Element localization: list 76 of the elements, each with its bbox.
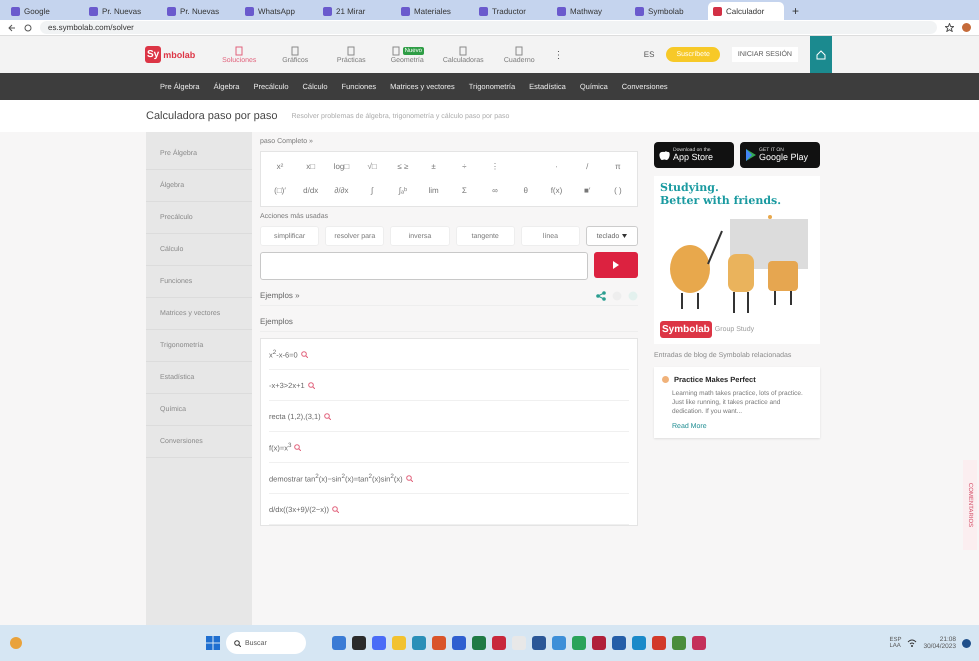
reload-icon — [24, 24, 32, 32]
share-icon — [596, 290, 606, 300]
math-key[interactable]: f(x) — [543, 182, 570, 198]
windows-icon — [206, 636, 220, 650]
math-key[interactable]: ■′ — [574, 182, 600, 198]
nav-icon — [514, 46, 524, 56]
nav-icon — [290, 46, 300, 56]
search-icon — [324, 412, 331, 420]
app-icon[interactable] — [532, 636, 546, 650]
math-key[interactable]: ± — [420, 158, 447, 174]
home-icon — [816, 50, 826, 60]
math-key[interactable]: lim — [420, 182, 447, 198]
browser-tab[interactable]: Symbolab — [630, 2, 706, 20]
search-icon — [234, 640, 241, 646]
home-button[interactable] — [810, 36, 832, 73]
math-key[interactable]: θ — [512, 182, 539, 198]
star-icon — [945, 23, 954, 32]
app-icon[interactable] — [352, 636, 366, 650]
math-key[interactable]: Σ — [451, 182, 478, 198]
math-key[interactable]: ≤ ≥ — [390, 158, 416, 174]
symbolab-logo[interactable]: Sy mbolab — [145, 46, 196, 63]
nav-icon — [346, 46, 356, 56]
app-icon[interactable] — [612, 636, 626, 650]
go-button[interactable] — [594, 252, 638, 278]
promo-headline: Studying. Better with friends. — [660, 182, 782, 208]
browser-tab[interactable]: Google — [6, 2, 82, 20]
browser-tab[interactable]: Pr. Nuevas — [84, 2, 160, 20]
search-icon — [300, 350, 308, 358]
more-menu[interactable]: ⋮ — [553, 48, 564, 60]
bullet-icon — [662, 376, 669, 384]
math-key[interactable]: · — [543, 158, 570, 174]
input-field[interactable] — [260, 252, 588, 280]
search-icon — [332, 506, 340, 512]
browser-tab[interactable]: 21 Mirar — [318, 2, 394, 20]
math-key[interactable]: ⋮ — [482, 158, 508, 174]
math-key[interactable]: log□ — [328, 158, 354, 174]
browser-tab[interactable]: Materiales — [396, 2, 472, 20]
examples-heading: Ejemplos — [260, 317, 293, 326]
address-bar[interactable]: es.symbolab.com/solver — [40, 21, 937, 34]
new-tab-button[interactable]: + — [786, 2, 806, 20]
page-title: Calculadora paso por paso — [146, 110, 278, 122]
browser-tab[interactable]: Pr. Nuevas — [162, 2, 238, 20]
math-key[interactable]: ÷ — [451, 158, 478, 174]
language-selector[interactable]: ES — [644, 50, 654, 59]
nav-icon — [234, 46, 244, 56]
play-icon — [745, 149, 756, 161]
math-key[interactable]: (□)′ — [267, 182, 293, 198]
math-key[interactable]: ∫ₐᵇ — [390, 182, 416, 198]
brand-logo: Symbolab — [660, 321, 712, 338]
browser-tab[interactable]: Traductor — [474, 2, 550, 20]
browser-tab[interactable]: WhatsApp — [240, 2, 316, 20]
math-key[interactable]: ( ) — [604, 182, 631, 198]
examples-link[interactable]: Ejemplos » — [260, 291, 300, 300]
math-key[interactable]: ∂/∂x — [328, 182, 354, 198]
nav-icon — [390, 46, 401, 56]
search-icon — [406, 474, 413, 482]
math-key[interactable]: x□ — [298, 158, 324, 174]
apple-icon — [659, 149, 670, 161]
play-icon — [613, 261, 619, 269]
avatar-icon — [962, 23, 971, 32]
math-key[interactable]: π — [604, 158, 631, 174]
app-icon[interactable] — [592, 636, 606, 650]
math-key[interactable]: ∞ — [482, 182, 508, 198]
back-icon — [8, 24, 16, 32]
math-key[interactable]: d/dx — [298, 182, 324, 198]
math-key[interactable]: / — [574, 158, 600, 174]
nav-icon — [458, 46, 468, 56]
math-key[interactable]: x² — [267, 158, 293, 174]
caret-icon — [622, 234, 628, 238]
search-icon — [294, 444, 302, 450]
search-icon — [308, 382, 315, 388]
browser-tab[interactable]: Mathway — [552, 2, 628, 20]
math-key[interactable]: √□ — [359, 158, 386, 174]
math-key[interactable]: ∫ — [359, 182, 386, 198]
wifi-icon — [907, 638, 918, 648]
browser-tab[interactable]: Calculador — [708, 2, 784, 20]
